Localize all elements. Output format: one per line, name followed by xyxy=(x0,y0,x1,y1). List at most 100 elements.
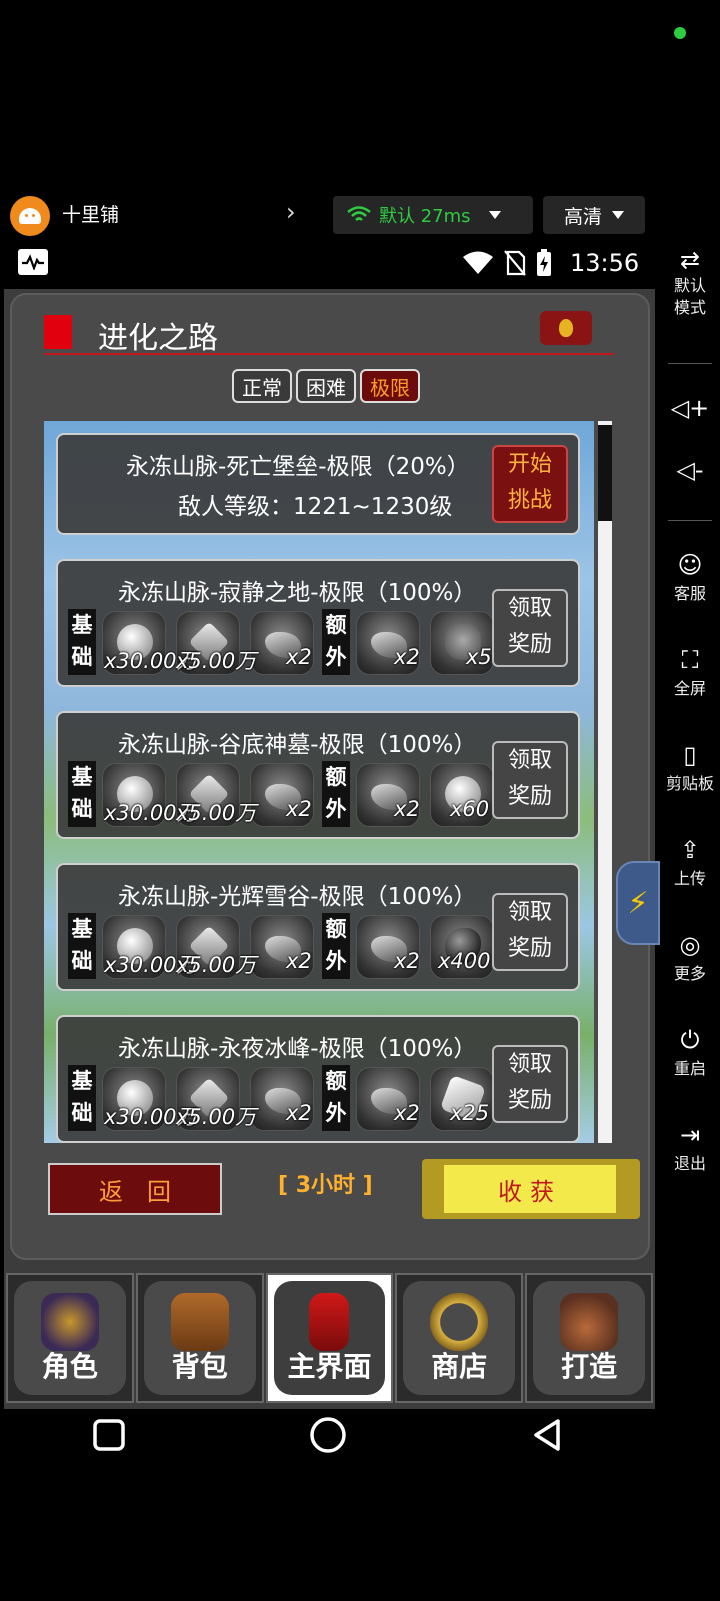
start-challenge-button[interactable]: 开始 挑战 xyxy=(492,445,568,523)
evolution-panel: 进化之路 正常 困难 极限 永冻山脉-死亡堡垒-极限（20%） 敌人等级：122… xyxy=(10,293,650,1260)
recents-icon[interactable] xyxy=(92,1418,126,1452)
restart-button[interactable]: ⏻ 重启 xyxy=(660,1025,720,1079)
button-text: 领取 xyxy=(507,748,552,773)
power-icon: ⏻ xyxy=(680,1026,700,1054)
scroll-thumb[interactable] xyxy=(598,425,612,521)
list-scrollbar[interactable] xyxy=(598,421,612,1143)
sidebar-label: 全屏 xyxy=(673,679,706,698)
system-navigation xyxy=(0,1410,660,1470)
stage-title: 永冻山脉-寂静之地-极限（100%） xyxy=(118,580,477,606)
home-icon[interactable] xyxy=(309,1416,347,1454)
quality-selector[interactable]: 高清 xyxy=(543,196,645,234)
back-nav-icon[interactable] xyxy=(531,1418,565,1452)
volume-down-button[interactable]: ◁- xyxy=(660,455,720,485)
recording-indicator xyxy=(674,27,686,39)
tab-normal[interactable]: 正常 xyxy=(232,369,292,403)
clipboard-button[interactable]: ▯ 剪贴板 xyxy=(660,740,720,794)
lightning-side-tab[interactable]: ⚡ xyxy=(616,861,660,945)
back-button[interactable]: 返回 xyxy=(48,1163,222,1215)
support-icon: ☺ xyxy=(677,551,703,579)
reward-qty: x25 xyxy=(450,1101,490,1125)
stage-title: 永冻山脉-永夜冰峰-极限（100%） xyxy=(118,1036,477,1062)
button-text: 挑战 xyxy=(507,488,552,513)
nav-tab-bag[interactable]: 背包 xyxy=(135,1273,264,1403)
nav-tab-forge[interactable]: 打造 xyxy=(525,1273,653,1403)
exit-button[interactable]: ⇥ 退出 xyxy=(660,1120,720,1174)
reward-qty: x2 xyxy=(394,645,420,669)
tab-extreme[interactable]: 极限 xyxy=(360,369,420,403)
title-marker xyxy=(44,315,72,349)
reward-qty: x2 xyxy=(286,1101,312,1125)
reward-qty: x2 xyxy=(286,797,312,821)
volume-up-button[interactable]: ◁+ xyxy=(660,393,720,423)
game-screen: 进化之路 正常 困难 极限 永冻山脉-死亡堡垒-极限（20%） 敌人等级：122… xyxy=(4,289,660,1409)
claim-reward-button[interactable]: 领取 奖励 xyxy=(492,1045,568,1123)
cloud-phone-topbar: 十里铺 › 默认 27ms 高清 xyxy=(0,190,720,240)
reward-qty: x60 xyxy=(450,797,490,821)
lightning-icon: ⚡ xyxy=(627,885,649,921)
dropdown-icon xyxy=(612,211,624,219)
nav-label: 打造 xyxy=(561,1350,618,1383)
chevron-right-icon[interactable]: › xyxy=(286,198,296,226)
reward-qty: x2 xyxy=(394,797,420,821)
nav-label: 主界面 xyxy=(287,1350,372,1383)
reward-qty: x5.00万 xyxy=(176,1105,257,1129)
claim-reward-button[interactable]: 领取 奖励 xyxy=(492,893,568,971)
android-app-icon[interactable] xyxy=(10,196,50,236)
stage-reward-card: 永冻山脉-寂静之地-极限（100%） 基础 x30.00万 x5.00万 x2 … xyxy=(56,559,580,687)
status-bar: 13:56 xyxy=(0,245,660,285)
claim-reward-button[interactable]: 领取 奖励 xyxy=(492,589,568,667)
necklace-icon xyxy=(430,1293,489,1351)
extra-tag: 额外 xyxy=(322,1065,350,1131)
current-stage-card: 永冻山脉-死亡堡垒-极限（20%） 敌人等级：1221~1230级 开始 挑战 xyxy=(56,433,580,535)
default-mode-button[interactable]: ⇄ 默认 模式 xyxy=(660,245,720,319)
harvest-label: 收获 xyxy=(444,1165,616,1213)
reward-qty: x2 xyxy=(394,1101,420,1125)
tab-hard[interactable]: 困难 xyxy=(296,369,356,403)
sidebar-label: 剪贴板 xyxy=(665,774,714,793)
reward-qty: x5 xyxy=(466,645,492,669)
button-text: 奖励 xyxy=(507,936,552,961)
base-tag: 基础 xyxy=(68,1065,96,1131)
fullscreen-button[interactable]: ⛶ 全屏 xyxy=(660,645,720,699)
bottom-nav: 角色 背包 主界面 商店 打造 xyxy=(4,1273,655,1405)
more-button[interactable]: ◎ 更多 xyxy=(660,930,720,984)
banner-icon xyxy=(309,1293,350,1351)
nav-label: 角色 xyxy=(41,1350,98,1383)
reward-qty: x5.00万 xyxy=(176,953,257,977)
reward-qty: x400 xyxy=(438,949,491,973)
sidebar-label: 退出 xyxy=(673,1154,706,1173)
money-pouch-icon[interactable] xyxy=(540,311,592,345)
button-text: 奖励 xyxy=(507,632,552,657)
sidebar-label: 默认 模式 xyxy=(673,276,706,317)
app-name[interactable]: 十里铺 xyxy=(62,200,119,227)
nav-tab-character[interactable]: 角色 xyxy=(6,1273,134,1403)
nav-tab-main[interactable]: 主界面 xyxy=(265,1273,394,1403)
helmet-icon xyxy=(40,1293,99,1351)
forge-bag-icon xyxy=(560,1293,619,1351)
network-label: 默认 27ms xyxy=(379,206,471,227)
button-text: 奖励 xyxy=(507,784,552,809)
more-icon: ◎ xyxy=(679,931,701,959)
upload-icon: ⇪ xyxy=(679,836,701,864)
wifi-signal-icon xyxy=(463,251,493,274)
nav-tab-shop[interactable]: 商店 xyxy=(395,1273,524,1403)
claim-reward-button[interactable]: 领取 奖励 xyxy=(492,741,568,819)
harvest-button[interactable]: 收获 xyxy=(422,1159,640,1219)
network-selector[interactable]: 默认 27ms xyxy=(333,196,533,234)
nav-label: 背包 xyxy=(171,1350,228,1383)
chest-icon xyxy=(170,1293,229,1351)
nav-label: 商店 xyxy=(431,1350,488,1383)
sidebar-label: 更多 xyxy=(673,964,706,983)
upload-button[interactable]: ⇪ 上传 xyxy=(660,835,720,889)
idle-timer: [ 3小时 ] xyxy=(278,1173,373,1198)
cloud-phone-sidebar: ⇄ 默认 模式 ◁+ ◁- ☺ 客服 ⛶ 全屏 ▯ 剪贴板 ⇪ 上传 ◎ 更多 … xyxy=(660,245,720,1205)
stage-list[interactable]: 永冻山脉-死亡堡垒-极限（20%） 敌人等级：1221~1230级 开始 挑战 … xyxy=(44,421,594,1143)
button-text: 奖励 xyxy=(507,1088,552,1113)
wifi-icon xyxy=(347,206,371,221)
reward-qty: x2 xyxy=(286,645,312,669)
button-text: 领取 xyxy=(507,596,552,621)
support-button[interactable]: ☺ 客服 xyxy=(660,550,720,604)
exit-icon: ⇥ xyxy=(679,1121,701,1149)
stage-title: 永冻山脉-光辉雪谷-极限（100%） xyxy=(118,884,477,910)
